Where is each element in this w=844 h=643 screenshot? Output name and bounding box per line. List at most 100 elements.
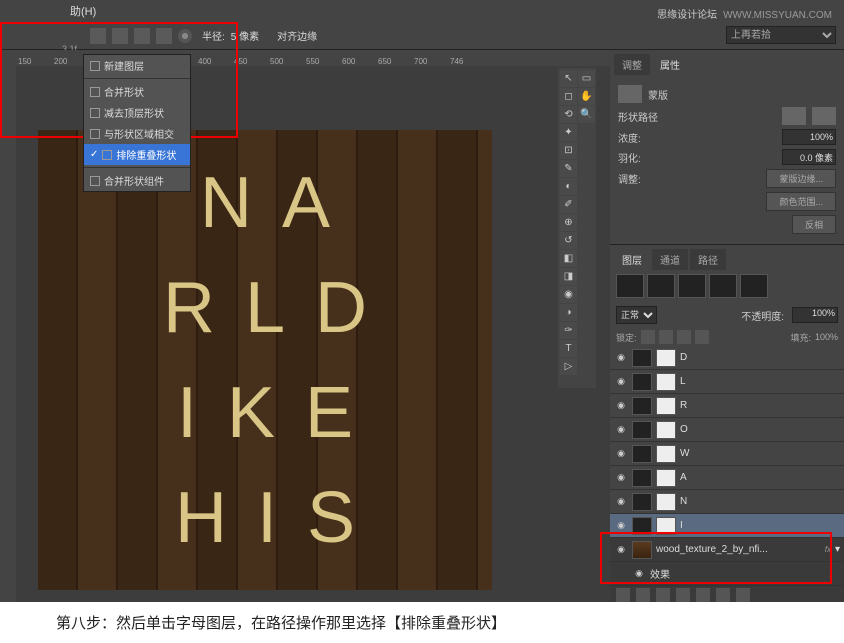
lock-all-icon[interactable] [695, 330, 709, 344]
panels: 调整 属性 蒙版 形状路径 浓度: 羽化: 调整:蒙版边缘... 颜色范围...… [610, 50, 844, 602]
vector-mask-icon[interactable] [812, 107, 836, 125]
tab-layers[interactable]: 图层 [614, 249, 650, 270]
group-icon[interactable] [696, 588, 710, 602]
layer-item[interactable]: ◉A [610, 466, 844, 490]
color-range-button[interactable]: 颜色范围... [766, 192, 836, 211]
layer-item[interactable]: ◉N [610, 490, 844, 514]
tab-properties[interactable]: 属性 [652, 54, 688, 75]
layers-footer [610, 586, 844, 602]
eye-icon[interactable]: ◉ [614, 471, 628, 485]
eye-icon[interactable]: ◉ [614, 519, 628, 533]
move-tool[interactable]: ↖ [560, 70, 577, 87]
shape-op-icon[interactable] [112, 28, 128, 44]
menu-help[interactable]: 助(H) [70, 3, 96, 19]
heal-tool[interactable]: ◐ [560, 178, 577, 195]
tab-channels[interactable]: 通道 [652, 249, 688, 270]
dd-exclude[interactable]: ✓排除重叠形状 [84, 144, 190, 165]
blend-mode-select[interactable]: 正常 [616, 306, 657, 324]
radius-label: 半径: [202, 28, 225, 43]
radius-value[interactable]: 5 像素 [231, 28, 259, 43]
workspace-select[interactable]: 上再若拾 [726, 26, 836, 44]
filter-icon-3[interactable] [678, 274, 706, 298]
mask-edge-button[interactable]: 蒙版边缘... [766, 169, 836, 188]
eye-icon[interactable]: ◉ [614, 351, 628, 365]
filter-icon-5[interactable] [740, 274, 768, 298]
invert-button[interactable]: 反相 [792, 215, 836, 234]
lock-pos-icon[interactable] [677, 330, 691, 344]
wand-tool[interactable]: ✦ [560, 124, 577, 141]
tool-icon[interactable] [90, 28, 106, 44]
eye-icon[interactable]: ◉ [614, 423, 628, 437]
blur-tool[interactable]: ◉ [560, 286, 577, 303]
rect-tool[interactable]: ▭ [578, 70, 595, 87]
dd-intersect[interactable]: 与形状区域相交 [84, 123, 190, 144]
fill-input[interactable]: 100% [815, 332, 838, 342]
filter-icon[interactable] [616, 274, 644, 298]
intersect-icon [90, 129, 100, 139]
layer-item[interactable]: ◉D [610, 346, 844, 370]
eye-icon[interactable]: ◉ [632, 567, 646, 581]
mask-icon [618, 85, 642, 103]
pen-tool[interactable]: ✑ [560, 322, 577, 339]
layer-item[interactable]: ◉W [610, 442, 844, 466]
history-tool[interactable]: ↺ [560, 232, 577, 249]
layer-item[interactable]: ◉O [610, 418, 844, 442]
path-tool[interactable]: ▷ [560, 358, 577, 375]
path-arrange-icon[interactable] [156, 28, 172, 44]
stamp-tool[interactable]: ⊕ [560, 214, 577, 231]
link-icon[interactable] [616, 588, 630, 602]
adjust-icon[interactable] [676, 588, 690, 602]
eye-icon[interactable]: ◉ [614, 375, 628, 389]
eye-icon[interactable]: ◉ [614, 495, 628, 509]
brush-tool[interactable]: ✐ [560, 196, 577, 213]
marquee-tool[interactable]: ◻ [560, 88, 577, 105]
pixel-mask-icon[interactable] [782, 107, 806, 125]
eye-icon[interactable]: ◉ [614, 399, 628, 413]
chevron-down-icon[interactable]: ▾ [835, 544, 840, 555]
new-icon[interactable] [716, 588, 730, 602]
fx-icon[interactable] [636, 588, 650, 602]
dd-new-layer[interactable]: 新建图层 [84, 55, 190, 76]
canvas[interactable]: NA RLD IKE HIS [38, 130, 492, 590]
lasso-tool[interactable]: ⟲ [560, 106, 577, 123]
dd-subtract[interactable]: 减去顶层形状 [84, 102, 190, 123]
gradient-tool[interactable]: ◨ [560, 268, 577, 285]
layer-item[interactable]: ◉L [610, 370, 844, 394]
feather-label: 羽化: [618, 150, 641, 165]
layer-list: ◉D ◉L ◉R ◉O ◉W ◉A ◉N ◉I ◉wood_texture_2_… [610, 346, 844, 586]
mask-icon[interactable] [656, 588, 670, 602]
eraser-tool[interactable]: ◧ [560, 250, 577, 267]
filter-icon-2[interactable] [647, 274, 675, 298]
watermark: 思缘设计论坛WWW.MISSYUAN.COM [657, 6, 832, 21]
layer-item-bg[interactable]: ◉wood_texture_2_by_nfi...fx▾ [610, 538, 844, 562]
zoom-tool[interactable]: 🔍 [578, 106, 595, 123]
dodge-tool[interactable]: ◑ [560, 304, 577, 321]
density-input[interactable] [782, 129, 836, 145]
dd-combine[interactable]: 合并形状 [84, 81, 190, 102]
eye-icon[interactable]: ◉ [614, 447, 628, 461]
layer-item-selected[interactable]: ◉I [610, 514, 844, 538]
dd-merge[interactable]: 合并形状组件 [84, 170, 190, 191]
shape-op-dropdown[interactable]: 新建图层 合并形状 减去顶层形状 与形状区域相交 ✓排除重叠形状 合并形状组件 [83, 54, 191, 192]
hand-tool[interactable]: ✋ [578, 88, 595, 105]
opacity-input[interactable]: 100% [792, 307, 838, 323]
layer-effects[interactable]: ◉效果 [610, 562, 844, 586]
type-tool[interactable]: T [560, 340, 577, 357]
eyedropper-tool[interactable]: ✎ [560, 160, 577, 177]
layer-item[interactable]: ◉R [610, 394, 844, 418]
align-edges[interactable]: 对齐边缘 [277, 28, 317, 43]
crop-tool[interactable]: ⊡ [560, 142, 577, 159]
feather-input[interactable] [782, 149, 836, 165]
eye-icon[interactable]: ◉ [614, 543, 628, 557]
trash-icon[interactable] [736, 588, 750, 602]
path-align-icon[interactable] [134, 28, 150, 44]
lock-trans-icon[interactable] [641, 330, 655, 344]
tab-adjust[interactable]: 调整 [614, 54, 650, 75]
tab-paths[interactable]: 路径 [690, 249, 726, 270]
options-bar: 半径: 5 像素 对齐边缘 上再若拾 [0, 22, 844, 50]
lock-pixel-icon[interactable] [659, 330, 673, 344]
gear-icon[interactable] [178, 29, 192, 43]
path-label: 形状路径 [618, 109, 658, 124]
filter-icon-4[interactable] [709, 274, 737, 298]
fill-label: 填充: [790, 331, 811, 344]
